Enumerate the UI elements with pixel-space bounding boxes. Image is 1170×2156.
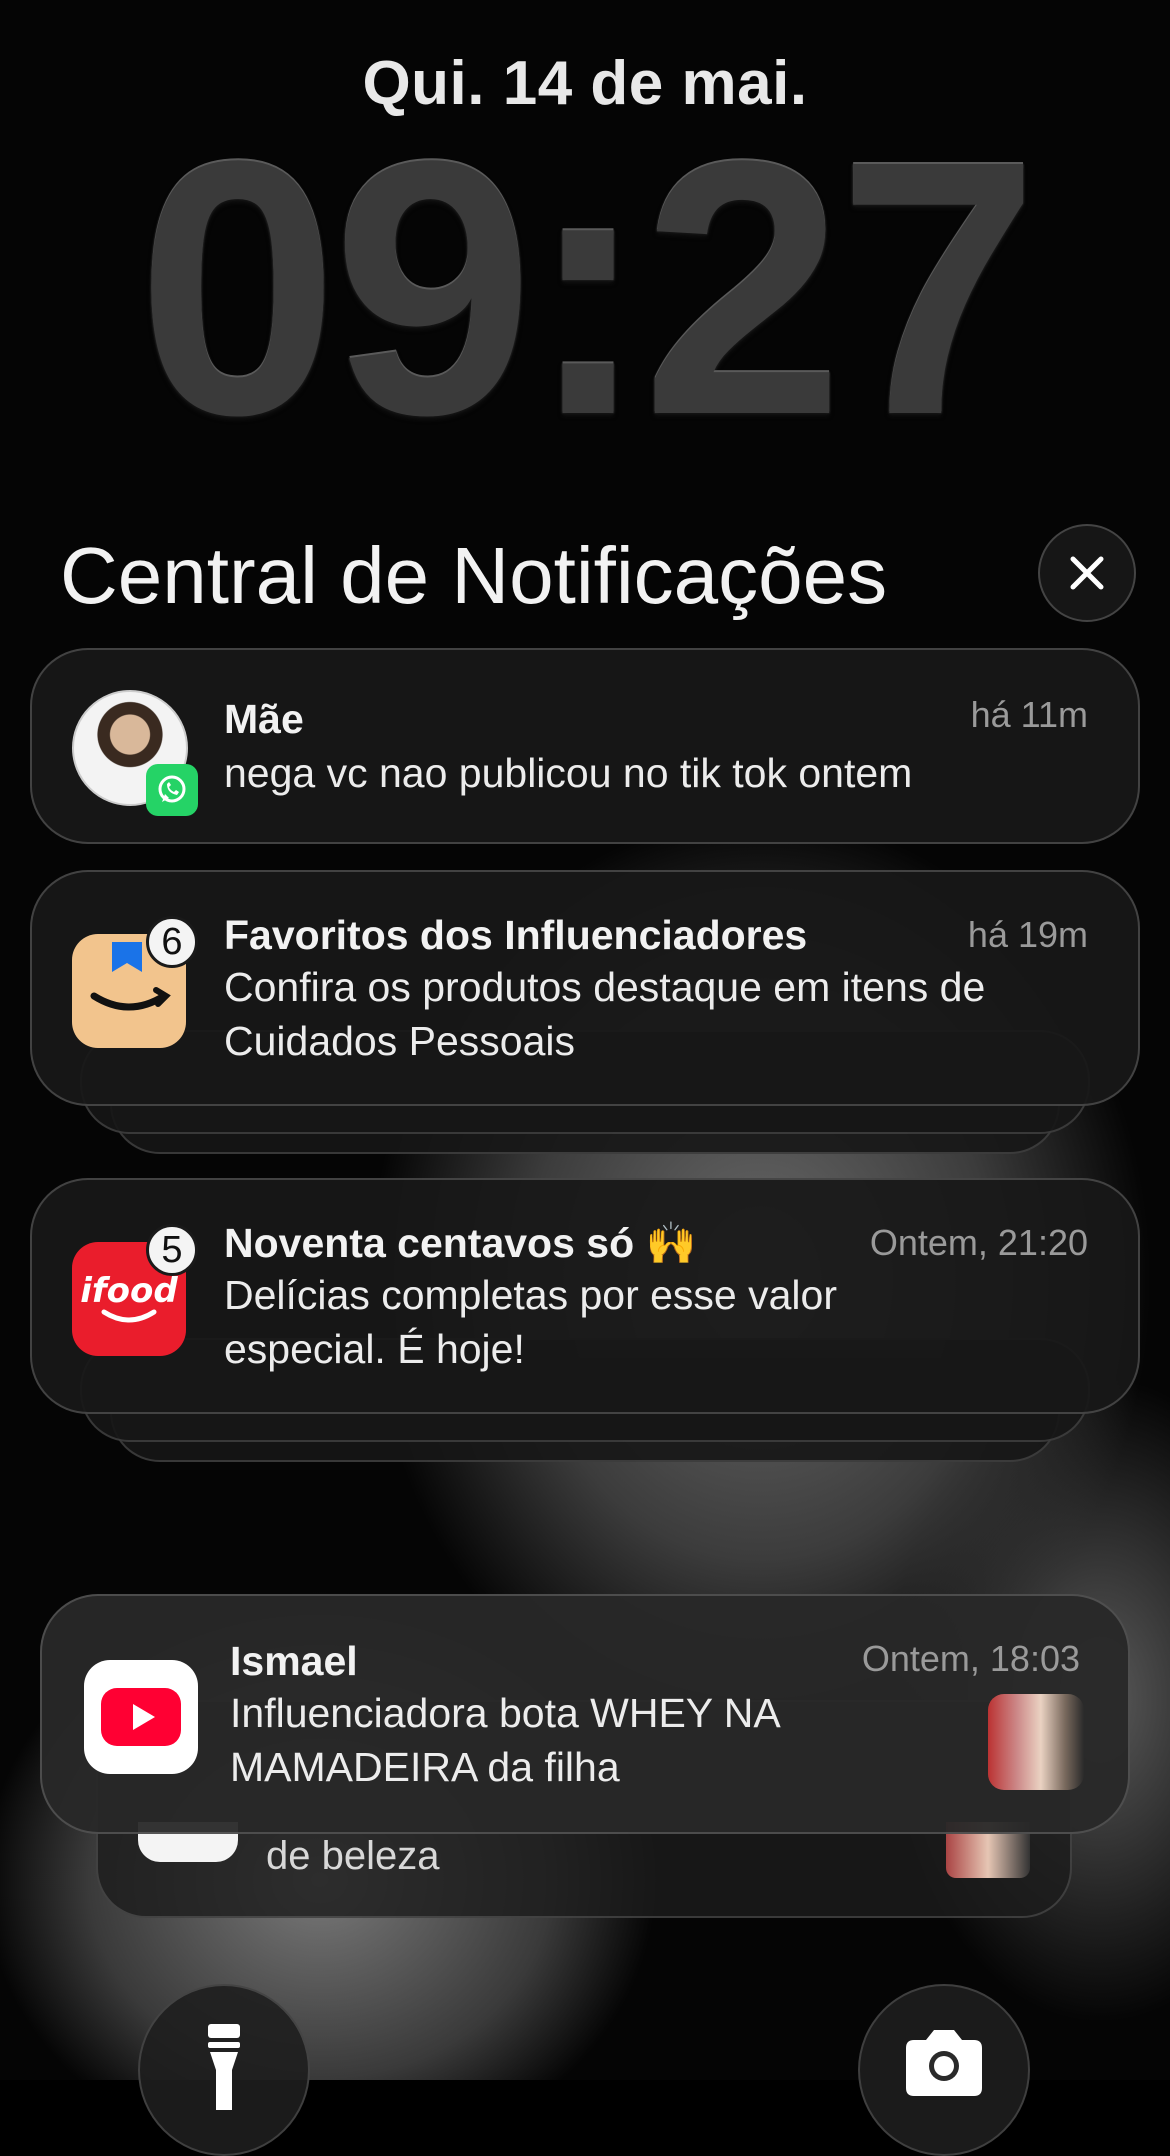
notification-center-title: Central de Notificações: [60, 531, 888, 620]
notification-time: há 19m: [967, 914, 1088, 955]
notification-youtube[interactable]: Ismael Ontem, 18:03 Influenciadora bota …: [40, 1594, 1130, 1834]
notification-title: Favoritos dos Influenciadores: [224, 912, 808, 958]
flashlight-icon: [208, 2024, 240, 2110]
notification-time: Ontem, 18:03: [861, 1638, 1080, 1679]
notification-title: Mãe: [224, 696, 304, 742]
svg-text:ifood: ifood: [80, 1271, 178, 1311]
notification-body: nega vc nao publicou no tik tok ontem: [224, 750, 913, 796]
notification-time: há 11m: [970, 694, 1088, 735]
camera-icon: [906, 2030, 982, 2096]
camera-button[interactable]: [858, 1984, 1030, 2156]
youtube-icon: [84, 1660, 198, 1774]
stacked-notification-body: de beleza: [266, 1834, 440, 1878]
flashlight-button[interactable]: [138, 1984, 310, 2156]
notification-body: Confira os produtos destaque em itens de…: [224, 964, 986, 1064]
notification-title: Noventa centavos só 🙌: [224, 1220, 697, 1266]
notification-title: Ismael: [230, 1638, 358, 1684]
whatsapp-icon: [146, 764, 198, 816]
close-button[interactable]: [1038, 524, 1136, 622]
lockscreen-clock: 09:27: [137, 85, 1039, 490]
badge-count: 6: [146, 916, 198, 968]
notification-whatsapp-mae[interactable]: Mãe há 11m nega vc nao publicou no tik t…: [30, 648, 1140, 844]
video-thumbnail: [988, 1694, 1084, 1790]
badge-count: 5: [146, 1224, 198, 1276]
notification-body: Influenciadora bota WHEY NA MAMADEIRA da…: [230, 1690, 779, 1790]
notification-body: Delícias completas por esse valor especi…: [224, 1272, 837, 1372]
notification-ifood[interactable]: ifood 5 Noventa centavos só 🙌 Ontem, 21:…: [30, 1178, 1140, 1414]
notification-time: Ontem, 21:20: [869, 1222, 1088, 1263]
close-icon: [1070, 556, 1104, 590]
notification-amazon[interactable]: 6 Favoritos dos Influenciadores há 19m C…: [30, 870, 1140, 1106]
